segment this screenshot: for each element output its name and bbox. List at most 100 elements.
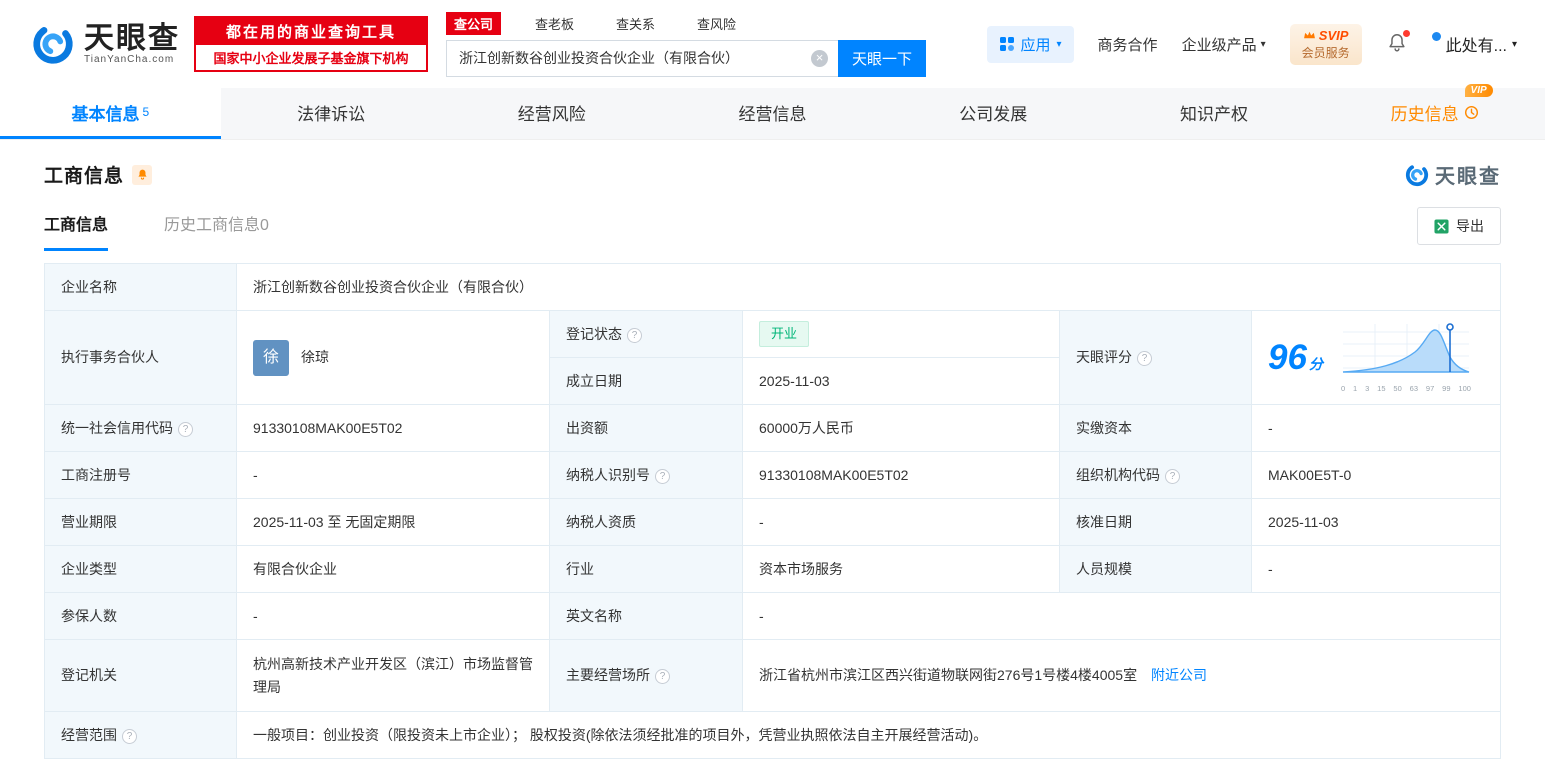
search-button[interactable]: 天眼一下	[838, 39, 926, 77]
tab-operating-info[interactable]: 经营信息	[662, 88, 883, 139]
tab-history-info[interactable]: 历史信息 VIP	[1324, 83, 1545, 139]
history-clock-icon	[1464, 105, 1478, 119]
notification-dot	[1402, 29, 1410, 37]
label-executive-partner: 执行事务合伙人	[44, 310, 237, 405]
search-input[interactable]	[446, 39, 838, 77]
tab-legal-proceedings[interactable]: 法律诉讼	[221, 88, 442, 139]
tianyancha-watermark-icon	[1405, 163, 1429, 186]
nearby-companies-link[interactable]: 附近公司	[1151, 667, 1207, 683]
search-tab-risk[interactable]: 查风险	[689, 12, 744, 35]
value-company-name: 浙江创新数谷创业投资合伙企业（有限合伙）	[236, 263, 1501, 311]
tab-basic-info[interactable]: 基本信息 5	[0, 88, 221, 139]
address-text: 浙江省杭州市滨江区西兴街道物联网街276号1号楼4楼4005室	[759, 667, 1138, 684]
table-row: 营业期限 2025-11-03 至 无固定期限 纳税人资质 - 核准日期 202…	[44, 498, 1501, 546]
table-row: 企业类型 有限合伙企业 行业 资本市场服务 人员规模 -	[44, 545, 1501, 593]
main-content: 工商信息 天眼查 工商信息 历史工商信息0 导出 企业名称 浙江创新数谷创业投资…	[0, 160, 1545, 759]
label-text: 组织机构代码	[1076, 466, 1160, 483]
table-row: 参保人数 - 英文名称 -	[44, 592, 1501, 640]
chevron-down-icon: ▾	[1056, 38, 1062, 50]
tab-intellectual-property-label: 知识产权	[1179, 104, 1248, 124]
value-tianyan-score: 96 分 0 1 3 15 50 63 97 99 100	[1251, 310, 1501, 405]
value-insured-count: -	[236, 592, 550, 640]
business-cooperation-link[interactable]: 商务合作	[1098, 34, 1158, 55]
info-icon[interactable]: ?	[178, 421, 193, 437]
label-text: 登记状态	[566, 325, 622, 342]
label-text: 统一社会信用代码	[61, 419, 173, 436]
label-approval-date: 核准日期	[1059, 498, 1252, 546]
search-row: × 天眼一下	[446, 39, 926, 77]
label-industry: 行业	[549, 545, 743, 593]
watermark-text: 天眼查	[1435, 166, 1501, 188]
label-established-date: 成立日期	[549, 357, 743, 405]
info-icon[interactable]: ?	[1137, 351, 1152, 367]
user-menu[interactable]: 此处有... ▾	[1431, 32, 1517, 56]
subtab-business-info[interactable]: 工商信息	[44, 211, 109, 251]
svip-member-button[interactable]: SVIP 会员服务	[1289, 23, 1362, 65]
info-icon[interactable]: ?	[627, 327, 642, 343]
value-approval-date: 2025-11-03	[1251, 498, 1501, 546]
tianyancha-watermark: 天眼查	[1404, 160, 1501, 189]
brand-name: 天眼查	[84, 21, 180, 55]
history-inner: 历史信息 VIP	[1391, 83, 1493, 125]
subtab-history-business-info[interactable]: 历史工商信息0	[164, 211, 269, 251]
apps-label: 应用	[1020, 36, 1051, 54]
info-icon[interactable]: ?	[122, 728, 137, 744]
info-icon[interactable]: ?	[1165, 468, 1180, 484]
apps-button[interactable]: 应用 ▾	[986, 25, 1074, 63]
tab-company-development[interactable]: 公司发展	[883, 88, 1104, 139]
partner-name-link[interactable]: 徐琼	[301, 346, 329, 368]
export-button[interactable]: 导出	[1417, 207, 1501, 245]
label-org-code: 组织机构代码?	[1059, 451, 1252, 499]
tab-intellectual-property[interactable]: 知识产权	[1104, 88, 1325, 139]
label-staff-size: 人员规模	[1059, 545, 1252, 593]
value-company-type: 有限合伙企业	[236, 545, 550, 593]
user-avatar	[1431, 32, 1441, 41]
label-english-name: 英文名称	[549, 592, 743, 640]
top-header: 天眼查 TianYanCha.com 都在用的商业查询工具 国家中小企业发展子基…	[0, 0, 1545, 88]
section-title-wrap: 工商信息	[44, 161, 153, 188]
info-icon[interactable]: ?	[655, 669, 670, 685]
monitor-bell-button[interactable]	[132, 164, 153, 185]
table-row: 工商注册号 - 纳税人识别号? 91330108MAK00E5T02 组织机构代…	[44, 451, 1501, 499]
label-taxpayer-id: 纳税人识别号?	[549, 451, 743, 499]
label-text: 经营范围	[61, 726, 117, 743]
label-business-address: 主要经营场所?	[549, 639, 743, 712]
value-executive-partner: 徐 徐琼	[236, 310, 550, 405]
tab-operating-risk[interactable]: 经营风险	[441, 88, 662, 139]
tianyancha-logo[interactable]: 天眼查 TianYanCha.com	[30, 21, 180, 67]
excel-icon	[1434, 218, 1449, 234]
label-company-type: 企业类型	[44, 545, 237, 593]
tianyancha-logo-icon	[33, 24, 73, 64]
score-distribution-chart: 0 1 3 15 50 63 97 99 100	[1341, 320, 1471, 395]
partner-avatar[interactable]: 徐	[253, 339, 289, 376]
search-tab-boss[interactable]: 查老板	[527, 12, 582, 35]
tab-operating-info-label: 经营信息	[738, 104, 807, 124]
value-business-address: 浙江省杭州市滨江区西兴街道物联网街276号1号楼4楼4005室 附近公司	[742, 639, 1501, 712]
export-label: 导出	[1456, 218, 1484, 234]
tab-basic-info-label: 基本信息	[71, 104, 140, 124]
crown-icon	[1303, 31, 1315, 39]
info-icon[interactable]: ?	[655, 468, 670, 484]
label-text: 主要经营场所	[566, 667, 650, 684]
label-insured-count: 参保人数	[44, 592, 237, 640]
subtab-history-label: 历史工商信息	[164, 217, 261, 234]
enterprise-products-link[interactable]: 企业级产品 ▾	[1182, 34, 1266, 55]
header-right: 应用 ▾ 商务合作 企业级产品 ▾ SVIP 会员服务 此处有... ▾	[986, 23, 1517, 65]
label-company-name: 企业名称	[44, 263, 237, 311]
search-tab-company[interactable]: 查公司	[446, 11, 502, 35]
subtab-history-count: 0	[260, 217, 269, 234]
svip-line1: SVIP	[1302, 28, 1350, 43]
search-tab-relation[interactable]: 查关系	[608, 12, 663, 35]
table-row: 统一社会信用代码? 91330108MAK00E5T02 出资额 60000万人…	[44, 404, 1501, 452]
clear-search-icon[interactable]: ×	[811, 49, 828, 67]
table-row: 登记机关 杭州高新技术产业开发区（滨江）市场监督管理局 主要经营场所? 浙江省杭…	[44, 639, 1501, 712]
tab-legal-proceedings-label: 法律诉讼	[297, 104, 366, 124]
section-title: 工商信息	[44, 166, 125, 187]
value-industry: 资本市场服务	[742, 545, 1060, 593]
score-curve	[1342, 322, 1470, 373]
label-paid-in-capital: 实缴资本	[1059, 404, 1252, 452]
value-paid-in-capital: -	[1251, 404, 1501, 452]
value-business-scope: 一般项目：创业投资（限投资未上市企业）； 股权投资(除依法须经批准的项目外，凭营…	[236, 711, 1501, 759]
table-row: 经营范围? 一般项目：创业投资（限投资未上市企业）； 股权投资(除依法须经批准的…	[44, 711, 1501, 759]
notification-bell-button[interactable]	[1386, 29, 1410, 57]
